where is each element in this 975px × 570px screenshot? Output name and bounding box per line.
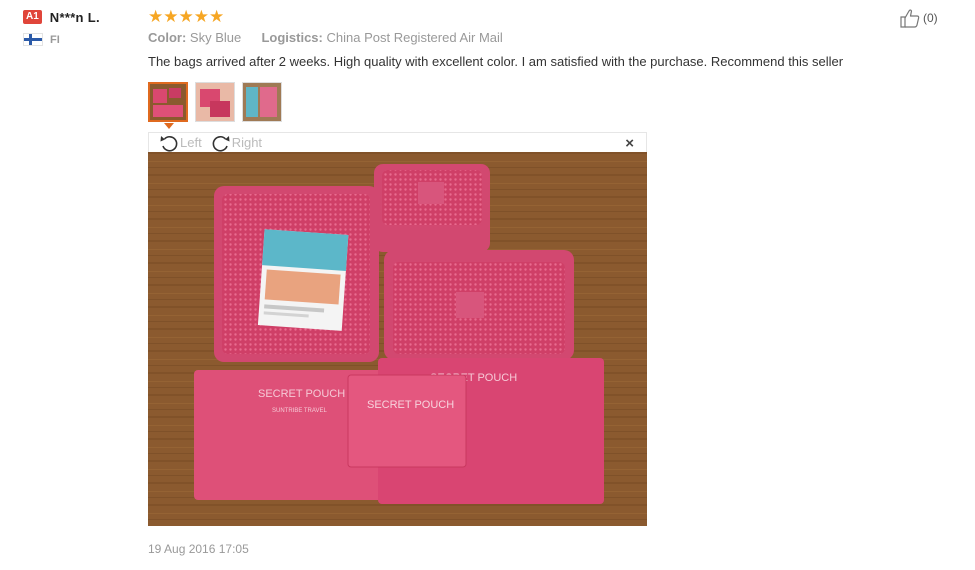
rotate-right-icon[interactable]	[211, 133, 231, 153]
review-date: 19 Aug 2016 17:05	[148, 542, 249, 556]
pouch-sublabel: SUNTRIBE TRAVEL	[272, 408, 327, 414]
review-content: ★ ★ ★ ★ ★ Color: Sky Blue Logistics: Chi…	[148, 7, 908, 71]
star-icon: ★	[178, 6, 194, 26]
viewer-toolbar: Left Right ×	[148, 132, 647, 152]
helpful-button[interactable]: (0)	[899, 8, 938, 28]
rotate-left-button[interactable]: Left	[159, 133, 202, 153]
star-icon: ★	[209, 6, 225, 26]
color-label: Color:	[148, 30, 187, 45]
reviewer-name-line: A1 N***n L.	[23, 8, 143, 26]
thumbs-up-icon[interactable]	[899, 8, 923, 28]
review-text: The bags arrived after 2 weeks. High qua…	[148, 54, 844, 69]
reviewer-info: A1 N***n L. FI	[23, 8, 143, 46]
pouch-label: SECRET POUCH	[367, 399, 454, 411]
reviewer-name: N***n L.	[49, 9, 100, 25]
star-icon: ★	[193, 6, 209, 26]
photo-thumbnail[interactable]	[195, 82, 235, 122]
buyer-level-badge: A1	[23, 10, 42, 24]
helpful-count: (0)	[923, 11, 938, 25]
rotate-left-label[interactable]: Left	[180, 135, 202, 150]
close-icon[interactable]: ×	[625, 135, 634, 152]
reviewer-country: FI	[23, 33, 143, 46]
rotate-left-icon[interactable]	[159, 133, 179, 153]
review-photo: SECRET POUCH SUNTRIBE TRAVEL SECRET POUC…	[148, 152, 647, 526]
logistics-label: Logistics:	[261, 30, 323, 45]
star-icon: ★	[163, 6, 179, 26]
finland-flag-icon	[23, 33, 43, 46]
photo-viewer: Left Right × SECRET POUCH SUNTRIBE TRAVE…	[148, 132, 647, 527]
pouch-label: SECRET POUCH	[258, 388, 345, 400]
selected-thumbnail-arrow	[164, 123, 174, 129]
logistics-value: China Post Registered Air Mail	[326, 30, 503, 45]
star-rating: ★ ★ ★ ★ ★	[148, 7, 908, 25]
photo-thumbnail[interactable]	[242, 82, 282, 122]
color-value: Sky Blue	[189, 30, 242, 45]
photo-thumbnail[interactable]	[148, 82, 188, 122]
rotate-right-label[interactable]: Right	[232, 135, 262, 150]
order-attributes: Color: Sky Blue Logistics: China Post Re…	[148, 30, 908, 47]
rotate-right-button[interactable]: Right	[211, 133, 262, 153]
review-photo-thumbnails	[148, 82, 289, 122]
star-icon: ★	[148, 6, 164, 26]
country-code: FI	[50, 33, 60, 46]
